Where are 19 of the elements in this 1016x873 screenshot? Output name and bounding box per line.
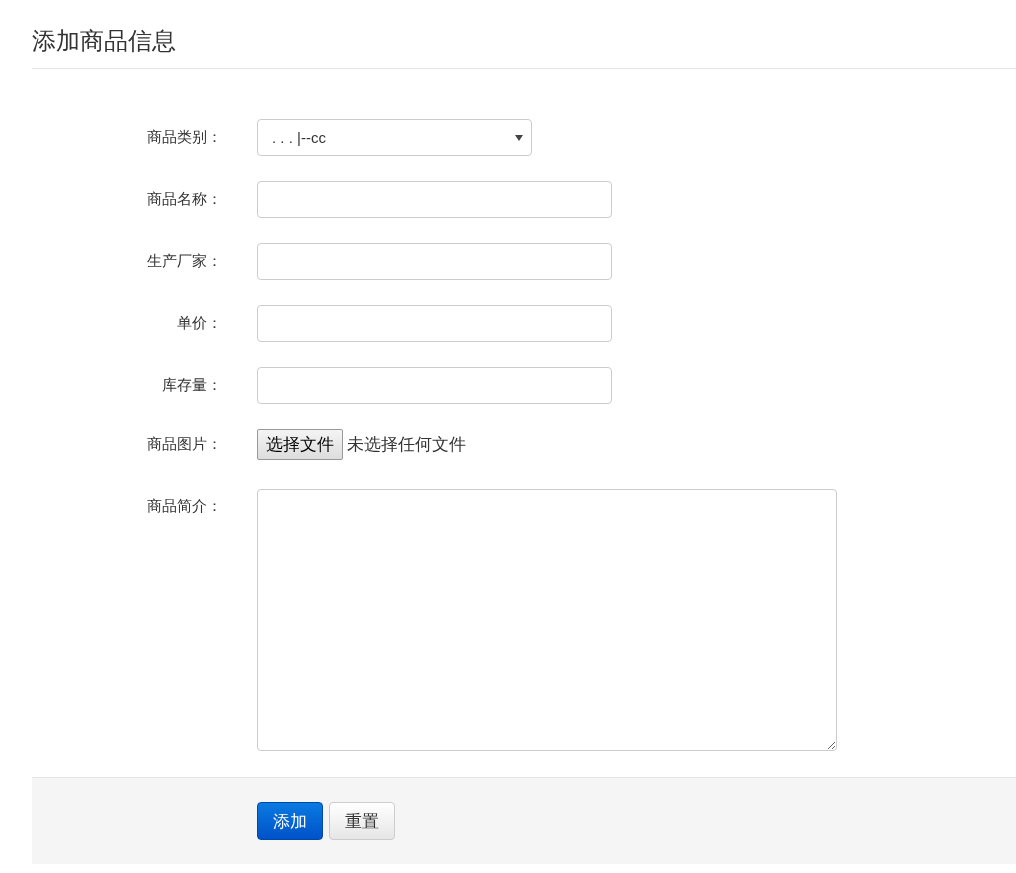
input-field[interactable] [257, 243, 612, 280]
input-field[interactable] [257, 367, 612, 404]
page-title: 添加商品信息 [32, 24, 1016, 69]
add-button[interactable]: 添加 [257, 802, 323, 840]
field-label: 商品简介： [146, 496, 222, 517]
input-field[interactable] [257, 181, 612, 218]
field-label: 生产厂家： [146, 251, 222, 272]
field-label: 单价： [176, 313, 222, 334]
field-label: 商品名称： [146, 189, 222, 210]
caret-icon [515, 134, 523, 141]
description-field[interactable] [257, 489, 837, 751]
field-label: 库存量： [161, 375, 222, 396]
field-label: 商品类别： [146, 127, 222, 148]
field-label: 商品图片： [146, 434, 222, 455]
reset-button[interactable]: 重置 [329, 802, 395, 840]
choose-file-button[interactable]: 选择文件 [257, 428, 343, 460]
file-status: 未选择任何文件 [347, 432, 466, 456]
input-field[interactable] [257, 305, 612, 342]
category-dropdown[interactable]: . . . |--cc [257, 119, 532, 156]
